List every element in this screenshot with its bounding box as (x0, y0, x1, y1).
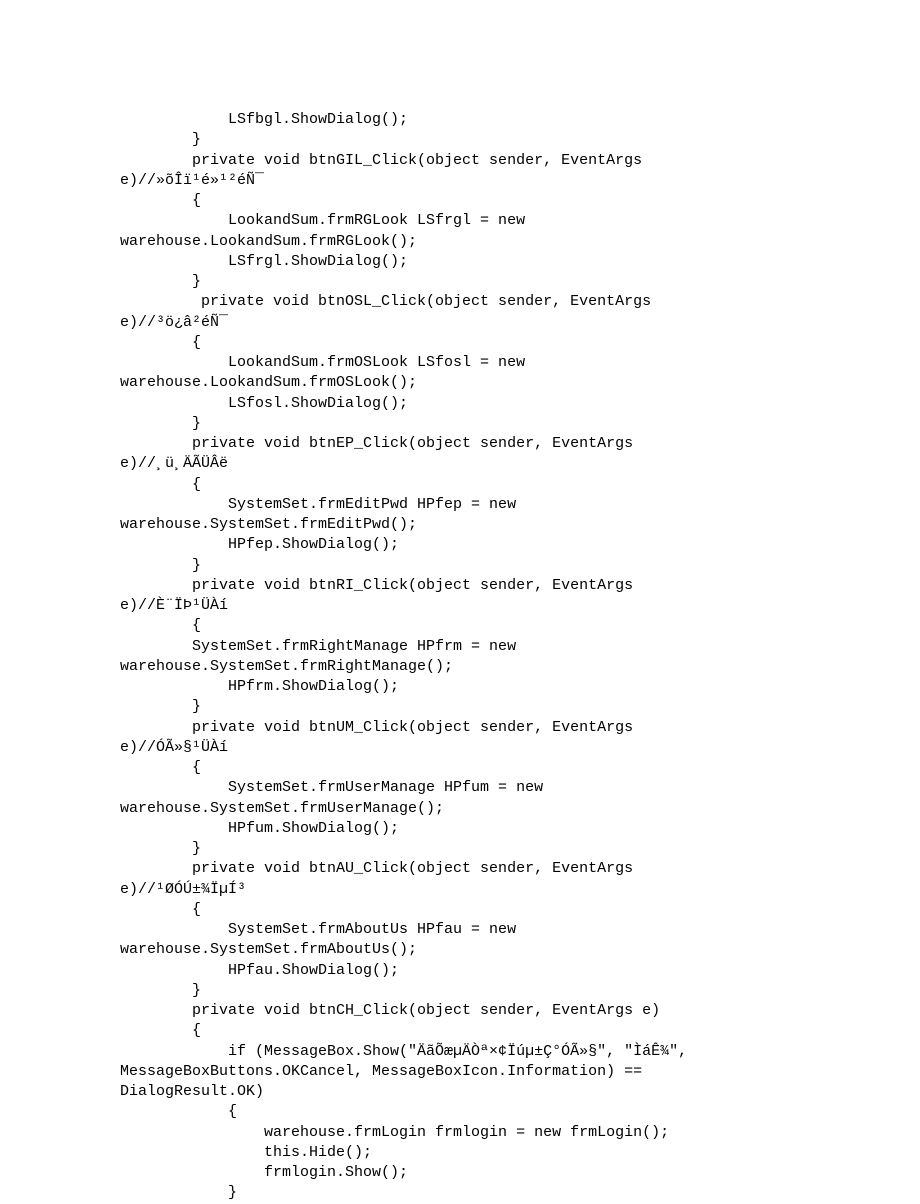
code-block: LSfbgl.ShowDialog(); } private void btnG… (120, 110, 810, 1204)
document-page: LSfbgl.ShowDialog(); } private void btnG… (0, 0, 920, 1191)
